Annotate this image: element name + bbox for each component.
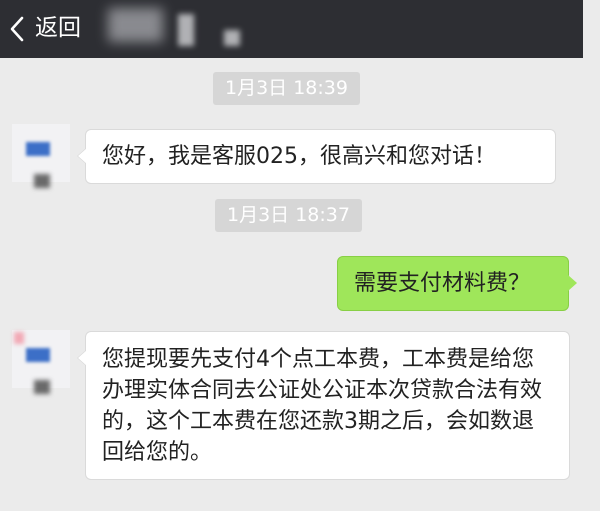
avatar[interactable] <box>12 330 70 394</box>
chevron-left-icon[interactable] <box>10 16 24 42</box>
top-nav-bar: 返回 <box>0 0 583 58</box>
outgoing-message-bubble[interactable]: 需要支付材料费？ <box>337 256 577 311</box>
message-timestamp: 1月3日 18:37 <box>215 199 362 232</box>
message-timestamp: 1月3日 18:39 <box>213 72 360 105</box>
blurred-contact-name-part <box>224 30 240 46</box>
incoming-message-bubble[interactable]: 您提现要先支付4个点工本费，工本费是给您办理实体合同去公证处公证本次贷款合法有效… <box>77 331 570 480</box>
avatar[interactable] <box>12 124 70 188</box>
blurred-contact-name-part <box>178 14 194 46</box>
blurred-contact-name <box>108 8 163 42</box>
back-button[interactable]: 返回 <box>35 13 81 43</box>
incoming-message-bubble[interactable]: 您好，我是客服025，很高兴和您对话！ <box>77 129 556 184</box>
